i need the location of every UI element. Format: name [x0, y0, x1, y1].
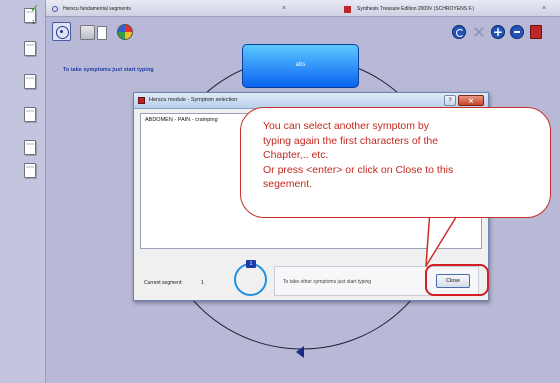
book-icon — [344, 6, 351, 13]
callout-line: Or press <enter> or click on Close to th… — [263, 163, 454, 176]
help-button[interactable]: ? — [444, 95, 456, 106]
left-toolbar: 1 — [0, 0, 46, 383]
current-segment-label: Current segment: — [144, 280, 183, 286]
tab-label: Synthesis Treasure Edition 2009V (SCHROY… — [357, 6, 474, 12]
close-icon[interactable]: × — [472, 24, 486, 40]
document-count: 1 — [32, 20, 35, 26]
document-icon[interactable] — [24, 163, 36, 178]
callout-annotation: You can select another symptom by typing… — [240, 107, 551, 218]
tab-synthesis-treasure[interactable]: Synthesis Treasure Edition 2009V (SCHROY… — [342, 2, 556, 16]
dialog-close-button[interactable]: × — [458, 95, 484, 106]
target-icon[interactable] — [52, 22, 71, 41]
tab-close-icon[interactable]: × — [282, 2, 286, 16]
rotate-left-icon[interactable] — [452, 25, 466, 39]
list-item[interactable]: ABDOMEN - PAIN - cramping — [145, 117, 218, 123]
current-segment-value: 1 — [201, 280, 204, 286]
tab-bar: Herscu fundamental segments × Synthesis … — [46, 0, 560, 17]
folder-icon[interactable] — [80, 25, 95, 40]
callout-text: You can select another symptom by typing… — [263, 119, 551, 192]
bottom-hint: To take other symptoms just start typing — [283, 279, 372, 285]
tab-close-icon[interactable]: × — [542, 2, 546, 16]
plus-icon[interactable]: + — [491, 25, 505, 39]
dialog-title: Herscu module - Symptom selection — [149, 97, 238, 103]
document-icon[interactable] — [24, 107, 36, 122]
callout-line: typing again the first characters of the — [263, 134, 439, 147]
callout-line: Chapter,.. etc. — [263, 149, 329, 161]
callout-line: You can select another symptom by — [263, 120, 429, 132]
document-icon[interactable] — [24, 41, 36, 56]
minus-icon[interactable] — [510, 25, 524, 39]
book-icon[interactable] — [97, 26, 107, 40]
target-icon — [52, 6, 58, 12]
app-icon — [138, 97, 145, 104]
color-wheel-icon[interactable] — [117, 24, 133, 40]
segment-badge: 1 — [246, 260, 256, 268]
segment-abs-button[interactable]: abs — [242, 44, 359, 88]
document-icon[interactable] — [24, 140, 36, 155]
book-red-icon[interactable] — [530, 25, 542, 39]
close-button-highlight — [425, 264, 489, 296]
document-icon[interactable] — [24, 74, 36, 89]
tab-herscu-segments[interactable]: Herscu fundamental segments × — [50, 2, 310, 16]
tab-label: Herscu fundamental segments — [63, 6, 131, 12]
wheel-pointer-icon — [296, 346, 304, 358]
callout-line: segement. — [263, 178, 313, 190]
